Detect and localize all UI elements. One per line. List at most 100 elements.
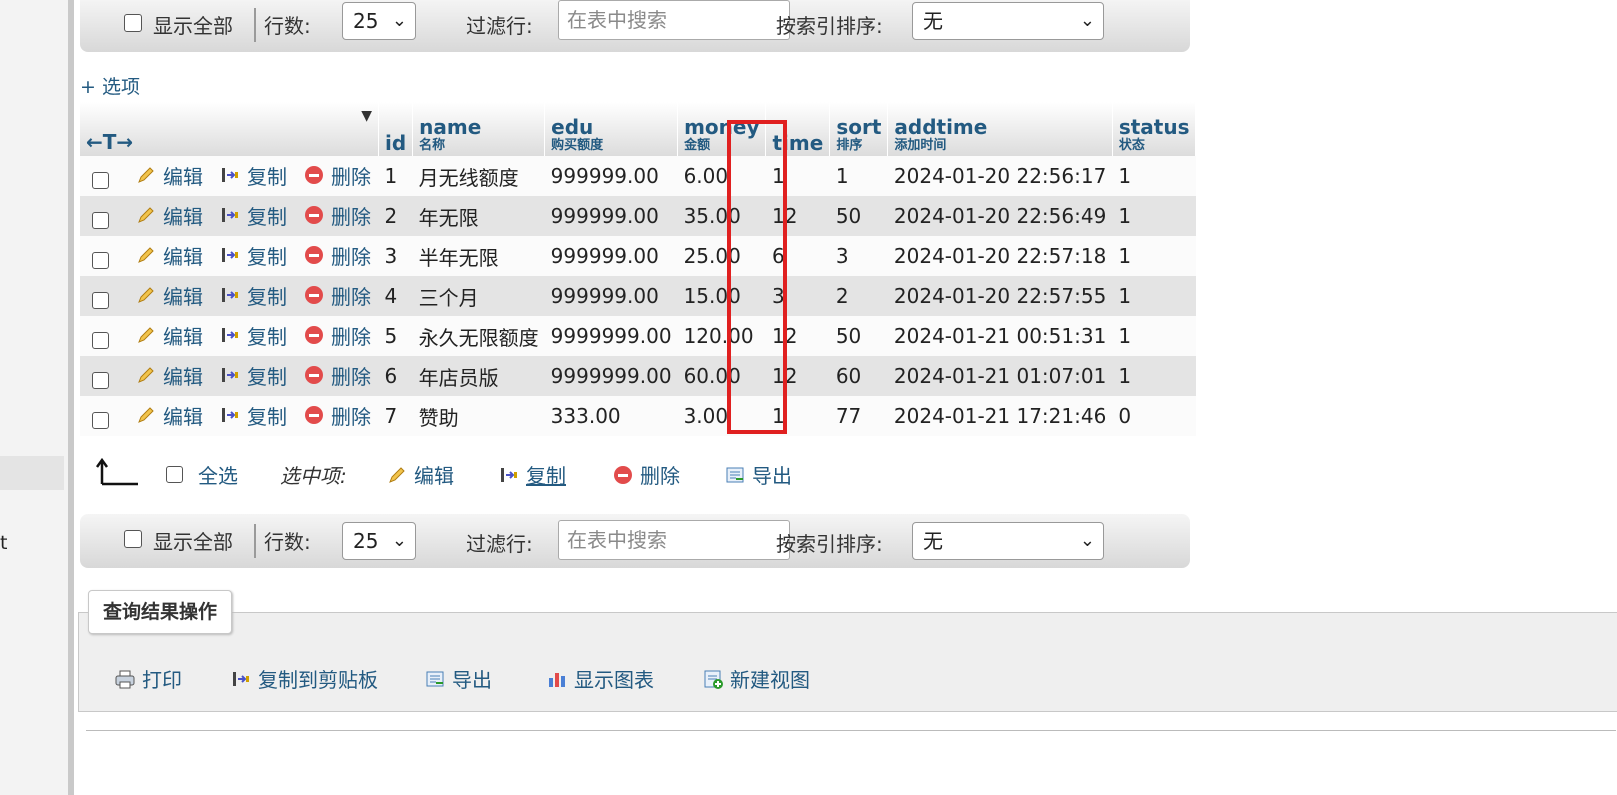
row-edit-link[interactable]: 编辑 — [135, 321, 203, 350]
select-all-checkbox[interactable] — [166, 466, 183, 483]
cell-name[interactable]: 永久无限额度 — [412, 316, 545, 356]
cell-edu[interactable]: 999999.00 — [544, 196, 678, 236]
cell-sort[interactable]: 3 — [829, 236, 888, 276]
cell-id[interactable]: 3 — [378, 236, 413, 276]
cell-money[interactable]: 35.00 — [677, 196, 766, 236]
cell-edu[interactable]: 333.00 — [544, 396, 678, 436]
panel-splitter[interactable] — [68, 0, 74, 795]
cell-status[interactable]: 1 — [1112, 236, 1196, 276]
column-header-addtime[interactable]: addtime 添加时间 — [887, 102, 1113, 156]
cell-edu[interactable]: 999999.00 — [544, 236, 678, 276]
export-button[interactable]: 导出 — [424, 664, 492, 693]
create-view-button[interactable]: 新建视图 — [702, 664, 810, 693]
cell-status[interactable]: 1 — [1112, 196, 1196, 236]
row-copy-link[interactable]: 复制 — [219, 361, 287, 390]
cell-sort[interactable]: 77 — [829, 396, 888, 436]
cell-sort[interactable]: 2 — [829, 276, 888, 316]
row-edit-link[interactable]: 编辑 — [135, 201, 203, 230]
row-edit-link[interactable]: 编辑 — [135, 241, 203, 270]
cell-edu[interactable]: 999999.00 — [544, 276, 678, 316]
rows-select[interactable]: 25 ⌄ — [342, 2, 416, 40]
cell-name[interactable]: 月无线额度 — [412, 156, 545, 196]
row-delete-link[interactable]: 删除 — [303, 281, 371, 310]
row-delete-link[interactable]: 删除 — [303, 361, 371, 390]
cell-money[interactable]: 15.00 — [677, 276, 766, 316]
cell-money[interactable]: 60.00 — [677, 356, 766, 396]
column-header-edu[interactable]: edu 购买额度 — [544, 102, 679, 156]
cell-time[interactable]: 12 — [765, 356, 830, 396]
cell-addtime[interactable]: 2024-01-20 22:57:55 — [887, 276, 1113, 316]
sort-by-index-select[interactable]: 无 ⌄ — [912, 2, 1104, 40]
row-checkbox[interactable] — [92, 252, 109, 270]
cell-edu[interactable]: 999999.00 — [544, 156, 678, 196]
row-checkbox[interactable] — [92, 212, 109, 230]
select-all-label[interactable]: 全选 — [198, 460, 238, 489]
cell-addtime[interactable]: 2024-01-21 01:07:01 — [887, 356, 1113, 396]
cell-edu[interactable]: 9999999.00 — [544, 356, 678, 396]
cell-addtime[interactable]: 2024-01-20 22:56:17 — [887, 156, 1113, 196]
bulk-export-button[interactable]: 导出 — [724, 460, 792, 489]
cell-time[interactable]: 1 — [765, 156, 830, 196]
copy-to-clipboard-button[interactable]: 复制到剪贴板 — [230, 664, 378, 693]
cell-status[interactable]: 1 — [1112, 276, 1196, 316]
cell-time[interactable]: 12 — [765, 316, 830, 356]
cell-time[interactable]: 12 — [765, 196, 830, 236]
show-all-checkbox[interactable] — [124, 14, 142, 32]
row-copy-link[interactable]: 复制 — [219, 401, 287, 430]
column-header-time[interactable]: time — [765, 102, 831, 156]
show-all-checkbox[interactable] — [124, 530, 142, 548]
row-checkbox[interactable] — [92, 372, 109, 390]
row-delete-link[interactable]: 删除 — [303, 241, 371, 270]
cell-sort[interactable]: 1 — [829, 156, 888, 196]
cell-edu[interactable]: 9999999.00 — [544, 316, 678, 356]
cell-status[interactable]: 0 — [1112, 396, 1196, 436]
bulk-copy-button[interactable]: 复制 — [498, 460, 566, 489]
cell-sort[interactable]: 60 — [829, 356, 888, 396]
cell-status[interactable]: 1 — [1112, 156, 1196, 196]
row-copy-link[interactable]: 复制 — [219, 241, 287, 270]
cell-addtime[interactable]: 2024-01-21 00:51:31 — [887, 316, 1113, 356]
row-edit-link[interactable]: 编辑 — [135, 361, 203, 390]
cell-addtime[interactable]: 2024-01-21 17:21:46 — [887, 396, 1113, 436]
row-copy-link[interactable]: 复制 — [219, 321, 287, 350]
cell-id[interactable]: 5 — [378, 316, 413, 356]
filter-search-input[interactable]: 在表中搜索 — [558, 0, 790, 40]
row-delete-link[interactable]: 删除 — [303, 201, 371, 230]
row-checkbox[interactable] — [92, 332, 109, 350]
cell-name[interactable]: 半年无限 — [412, 236, 545, 276]
column-header-status[interactable]: status 状态 — [1112, 102, 1197, 156]
column-header-money[interactable]: money 金额 — [677, 102, 767, 156]
cell-money[interactable]: 25.00 — [677, 236, 766, 276]
cell-id[interactable]: 1 — [378, 156, 413, 196]
cell-sort[interactable]: 50 — [829, 196, 888, 236]
row-copy-link[interactable]: 复制 — [219, 201, 287, 230]
cell-status[interactable]: 1 — [1112, 316, 1196, 356]
row-edit-link[interactable]: 编辑 — [135, 161, 203, 190]
rows-select[interactable]: 25 ⌄ — [342, 522, 416, 560]
column-arrows-icon[interactable]: ←T→ — [86, 130, 133, 154]
filter-search-input[interactable]: 在表中搜索 — [558, 520, 790, 560]
row-checkbox[interactable] — [92, 292, 109, 310]
row-delete-link[interactable]: 删除 — [303, 161, 371, 190]
row-delete-link[interactable]: 删除 — [303, 401, 371, 430]
row-edit-link[interactable]: 编辑 — [135, 401, 203, 430]
cell-addtime[interactable]: 2024-01-20 22:57:18 — [887, 236, 1113, 276]
bulk-edit-button[interactable]: 编辑 — [386, 460, 454, 489]
sort-by-index-select[interactable]: 无 ⌄ — [912, 522, 1104, 560]
column-header-name[interactable]: name 名称 — [412, 102, 546, 156]
cell-name[interactable]: 三个月 — [412, 276, 545, 316]
cell-id[interactable]: 2 — [378, 196, 413, 236]
cell-addtime[interactable]: 2024-01-20 22:56:49 — [887, 196, 1113, 236]
cell-name[interactable]: 赞助 — [412, 396, 545, 436]
cell-money[interactable]: 6.00 — [677, 156, 766, 196]
row-checkbox[interactable] — [92, 172, 109, 190]
sort-triangle-icon[interactable]: ▼ — [361, 108, 372, 124]
cell-id[interactable]: 7 — [378, 396, 413, 436]
row-delete-link[interactable]: 删除 — [303, 321, 371, 350]
options-link[interactable]: + 选项 — [80, 72, 140, 99]
row-copy-link[interactable]: 复制 — [219, 281, 287, 310]
print-button[interactable]: 打印 — [114, 664, 182, 693]
nav-selected-item[interactable] — [0, 456, 64, 490]
cell-time[interactable]: 3 — [765, 276, 830, 316]
cell-name[interactable]: 年店员版 — [412, 356, 545, 396]
